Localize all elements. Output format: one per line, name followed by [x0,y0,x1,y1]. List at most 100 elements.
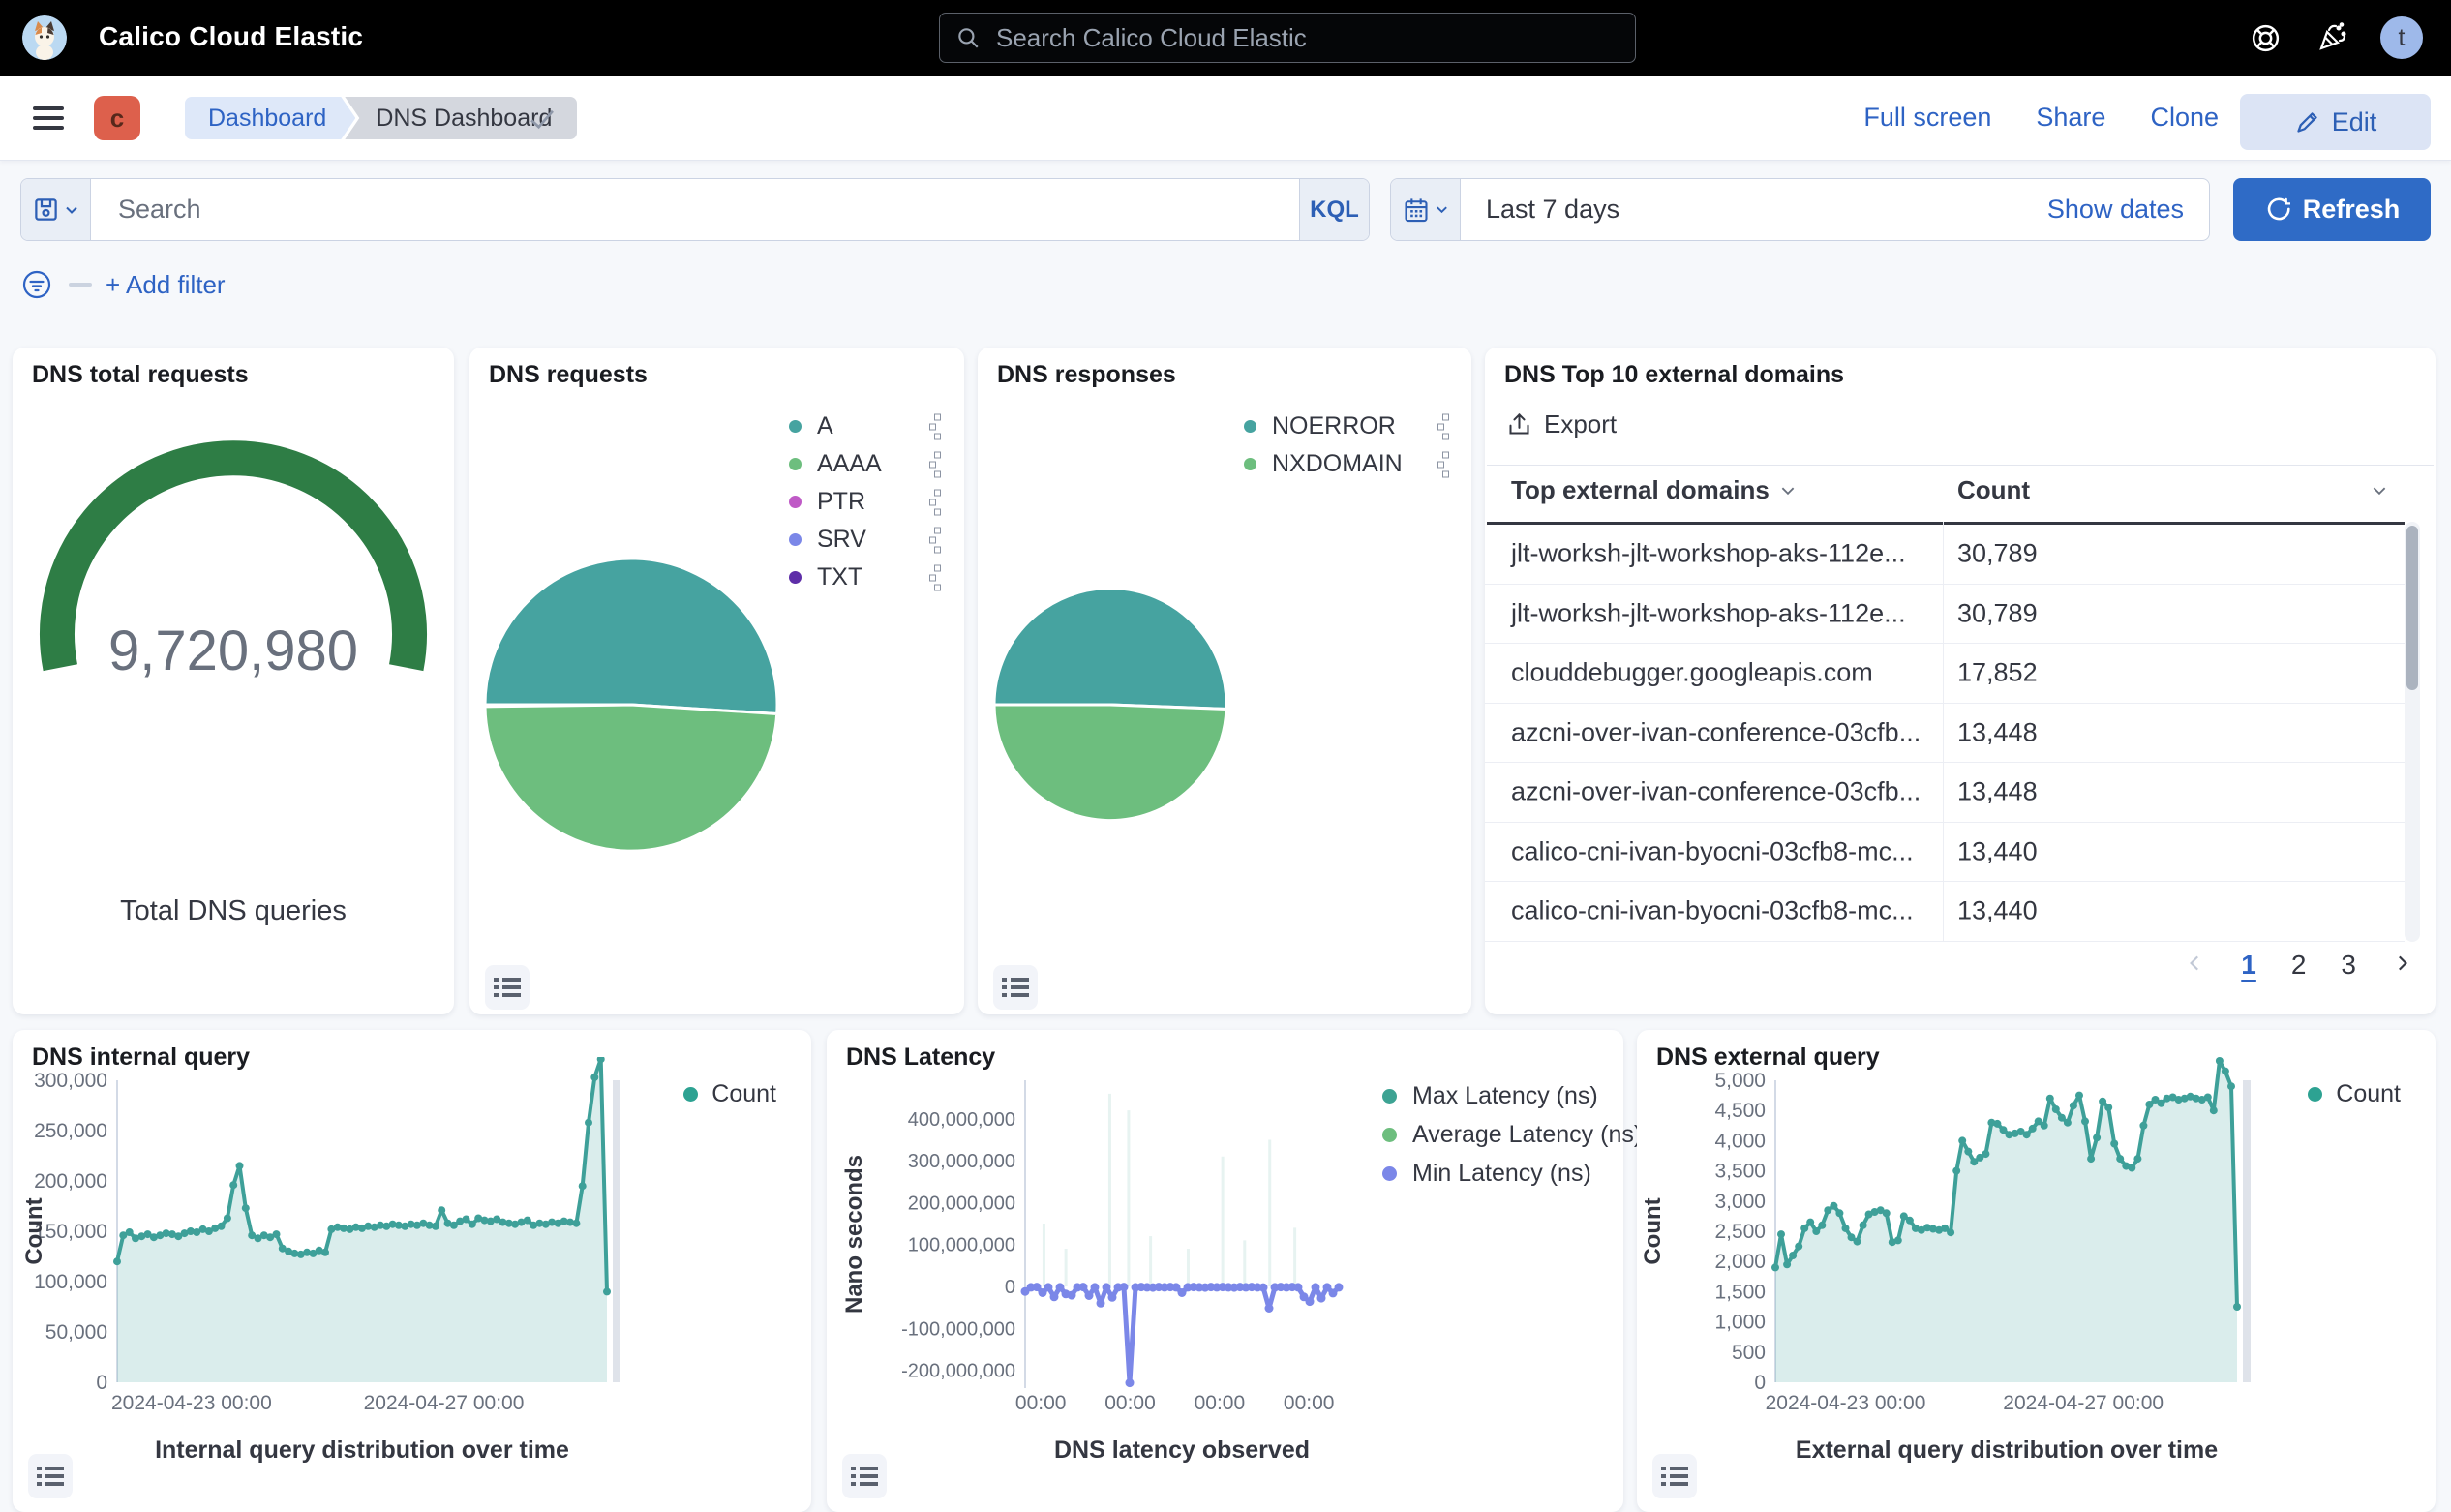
svg-text:2024-04-27 00:00: 2024-04-27 00:00 [364,1392,525,1414]
table-row: azcni-over-ivan-conference-03cfb...13,44… [1485,704,2405,764]
filter-icon[interactable] [20,268,53,301]
svg-text:500: 500 [1732,1342,1766,1364]
column-divider [1943,522,1944,942]
domain-cell: azcni-over-ivan-conference-03cfb... [1511,717,1921,747]
share-button[interactable]: Share [2036,103,2105,133]
filter-bar: + Add filter [20,263,226,306]
table-row: clouddebugger.googleapis.com17,852 [1485,644,2405,704]
gauge-subtitle: Total DNS queries [13,895,454,927]
svg-text:-200,000,000: -200,000,000 [901,1361,1015,1382]
prev-page-button[interactable] [2185,950,2206,981]
edit-button[interactable]: Edit [2240,94,2431,150]
saved-query-menu-button[interactable] [21,179,91,240]
svg-text:100,000,000: 100,000,000 [908,1235,1015,1256]
svg-text:0: 0 [1005,1277,1015,1298]
clone-button[interactable]: Clone [2150,103,2219,133]
app-logo[interactable] [22,15,67,60]
export-button[interactable]: Export [1506,409,1617,439]
line-chart: -200,000,000-100,000,0000100,000,000200,… [827,1057,1623,1512]
export-icon [1506,411,1532,438]
svg-text:2024-04-23 00:00: 2024-04-23 00:00 [111,1392,272,1414]
count-cell: 30,789 [1957,539,2038,569]
help-icon[interactable] [2249,21,2283,60]
panel-filters-button[interactable] [993,965,1038,1010]
count-cell: 13,440 [1957,896,2038,926]
panel-dns-requests: DNS requests A AAAA PTR SRV TXT [469,348,964,1014]
refresh-icon [2264,197,2290,223]
calendar-menu-button[interactable] [1391,179,1461,240]
svg-text:00:00: 00:00 [1015,1392,1067,1414]
svg-text:5,000: 5,000 [1714,1070,1766,1092]
check-icon [528,106,557,136]
dashboard-actions: Full screen Share Clone [1863,103,2219,133]
list-icon [1661,1464,1688,1489]
column-header-domains[interactable]: Top external domains [1511,475,1797,505]
user-avatar[interactable]: t [2380,16,2423,59]
breadcrumb: Dashboard DNS Dashboard [185,97,577,139]
next-page-button[interactable] [2391,950,2412,981]
scrollbar-thumb[interactable] [2406,526,2418,690]
panel-dns-responses: DNS responses NOERROR NXDOMAIN [978,348,1471,1014]
svg-text:00:00: 00:00 [1195,1392,1246,1414]
domain-cell: jlt-worksh-jlt-workshop-aks-112e... [1511,598,1906,628]
show-dates-button[interactable]: Show dates [2047,179,2209,240]
page-button-3[interactable]: 3 [2341,950,2356,981]
svg-text:400,000,000: 400,000,000 [908,1109,1015,1131]
svg-text:2024-04-27 00:00: 2024-04-27 00:00 [2003,1392,2164,1414]
breadcrumb-dashboard[interactable]: Dashboard [185,97,355,139]
global-search-input[interactable] [994,22,1619,54]
table-row: jlt-worksh-jlt-workshop-aks-112e... 30,78… [1485,585,2405,645]
news-party-popper-icon[interactable] [2315,21,2348,59]
panel-title: DNS Top 10 external domains [1504,361,1844,389]
column-header-count[interactable]: Count [1957,475,2388,505]
panel-dns-external-query: DNS external query Count 05001,0001,5002… [1637,1030,2436,1512]
kql-language-button[interactable]: KQL [1299,179,1369,240]
count-cell: 17,852 [1957,658,2038,688]
gauge-chart: 9,720,980 [13,406,454,890]
list-icon [851,1464,878,1489]
svg-text:2,500: 2,500 [1714,1221,1766,1243]
global-search[interactable] [939,13,1636,63]
svg-text:2,000: 2,000 [1714,1251,1766,1273]
pie-chart [469,348,964,1014]
svg-text:DNS latency observed: DNS latency observed [1054,1436,1310,1464]
pagination: 1 2 3 [2185,950,2412,981]
panel-title: DNS total requests [32,361,249,389]
chevron-down-icon [64,202,79,218]
refresh-button[interactable]: Refresh [2233,178,2431,241]
count-cell: 30,789 [1957,598,2038,628]
divider [1487,465,2434,466]
domain-cell: azcni-over-ivan-conference-03cfb... [1511,777,1921,807]
page-button-1[interactable]: 1 [2241,950,2256,981]
add-filter-button[interactable]: + Add filter [106,270,226,300]
menu-icon[interactable] [33,106,64,130]
svg-text:250,000: 250,000 [34,1120,107,1142]
svg-text:00:00: 00:00 [1284,1392,1335,1414]
list-icon [494,975,521,1000]
panel-filters-button[interactable] [485,965,530,1010]
table-row: calico-cni-ivan-byocni-03cfb8-mc... 13,44… [1485,882,2405,942]
space-avatar[interactable]: c [94,96,140,140]
list-icon [37,1464,64,1489]
domain-cell: calico-cni-ivan-byocni-03cfb8-mc... [1511,896,1914,926]
svg-text:200,000,000: 200,000,000 [908,1193,1015,1214]
panel-filters-button[interactable] [1652,1454,1697,1498]
query-bar: KQL [20,178,1370,241]
kql-search-input[interactable] [116,194,1299,226]
pencil-icon [2294,109,2320,136]
svg-text:Count: Count [1640,1197,1666,1264]
svg-text:300,000: 300,000 [34,1070,107,1092]
app-header: Calico Cloud Elastic t [0,0,2451,76]
panel-dns-total-requests: DNS total requests 9,720,980 Total DNS q… [13,348,454,1014]
svg-text:External query distribution ov: External query distribution over time [1796,1436,2218,1464]
time-range-value[interactable]: Last 7 days [1461,179,2047,240]
svg-text:300,000,000: 300,000,000 [908,1151,1015,1172]
full-screen-button[interactable]: Full screen [1863,103,1991,133]
panel-filters-button[interactable] [28,1454,73,1498]
chevron-down-icon [1779,482,1797,499]
svg-text:2024-04-23 00:00: 2024-04-23 00:00 [1766,1392,1926,1414]
panel-filters-button[interactable] [842,1454,887,1498]
scrollbar[interactable] [2405,522,2420,942]
page-button-2[interactable]: 2 [2291,950,2307,981]
svg-text:100,000: 100,000 [34,1271,107,1293]
